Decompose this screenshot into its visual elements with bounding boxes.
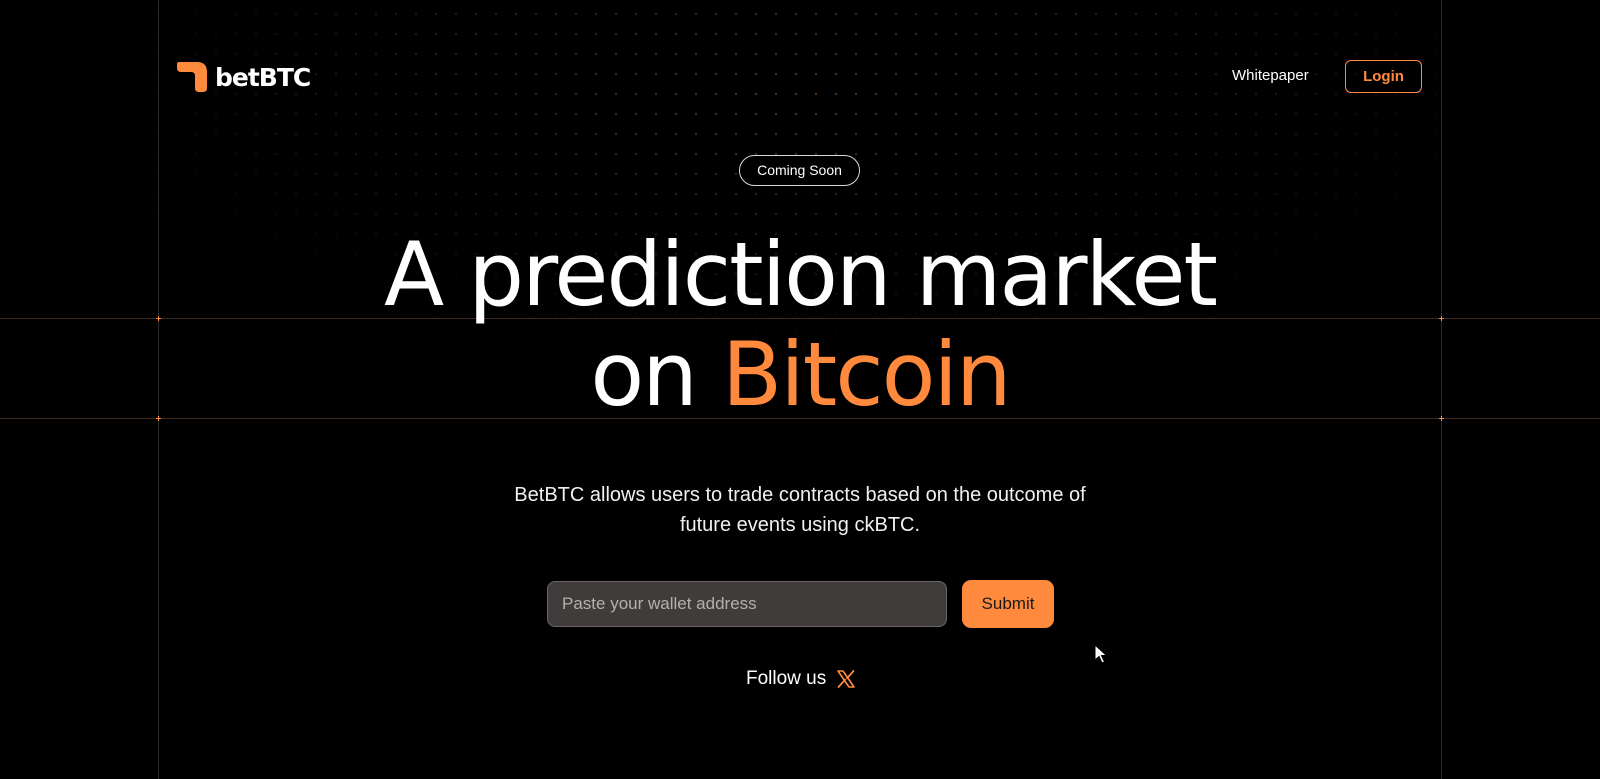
wallet-address-input[interactable] bbox=[547, 581, 947, 627]
coming-soon-badge: Coming Soon bbox=[739, 155, 860, 186]
submit-button[interactable]: Submit bbox=[962, 580, 1054, 628]
hero-title-line1: A prediction market bbox=[384, 223, 1218, 326]
whitepaper-link[interactable]: Whitepaper bbox=[1232, 67, 1309, 84]
x-logo-icon[interactable] bbox=[836, 669, 856, 689]
hero-subtitle: BetBTC allows users to trade contracts b… bbox=[514, 484, 1086, 536]
hero-title-accent: Bitcoin bbox=[721, 323, 1012, 426]
brand-name: betBTC bbox=[215, 62, 311, 92]
follow-us-section: Follow us bbox=[746, 668, 856, 690]
hero-title: A prediction market on Bitcoin bbox=[0, 225, 1600, 425]
login-button[interactable]: Login bbox=[1345, 60, 1422, 93]
landing-page: betBTC Whitepaper Login Coming Soon A pr… bbox=[0, 0, 1600, 779]
hero-title-line2-prefix: on bbox=[590, 323, 722, 426]
follow-us-label: Follow us bbox=[746, 668, 827, 689]
mouse-pointer-icon bbox=[1094, 644, 1108, 664]
betbtc-logo-icon bbox=[177, 62, 207, 92]
brand-logo-link[interactable]: betBTC bbox=[175, 60, 311, 94]
